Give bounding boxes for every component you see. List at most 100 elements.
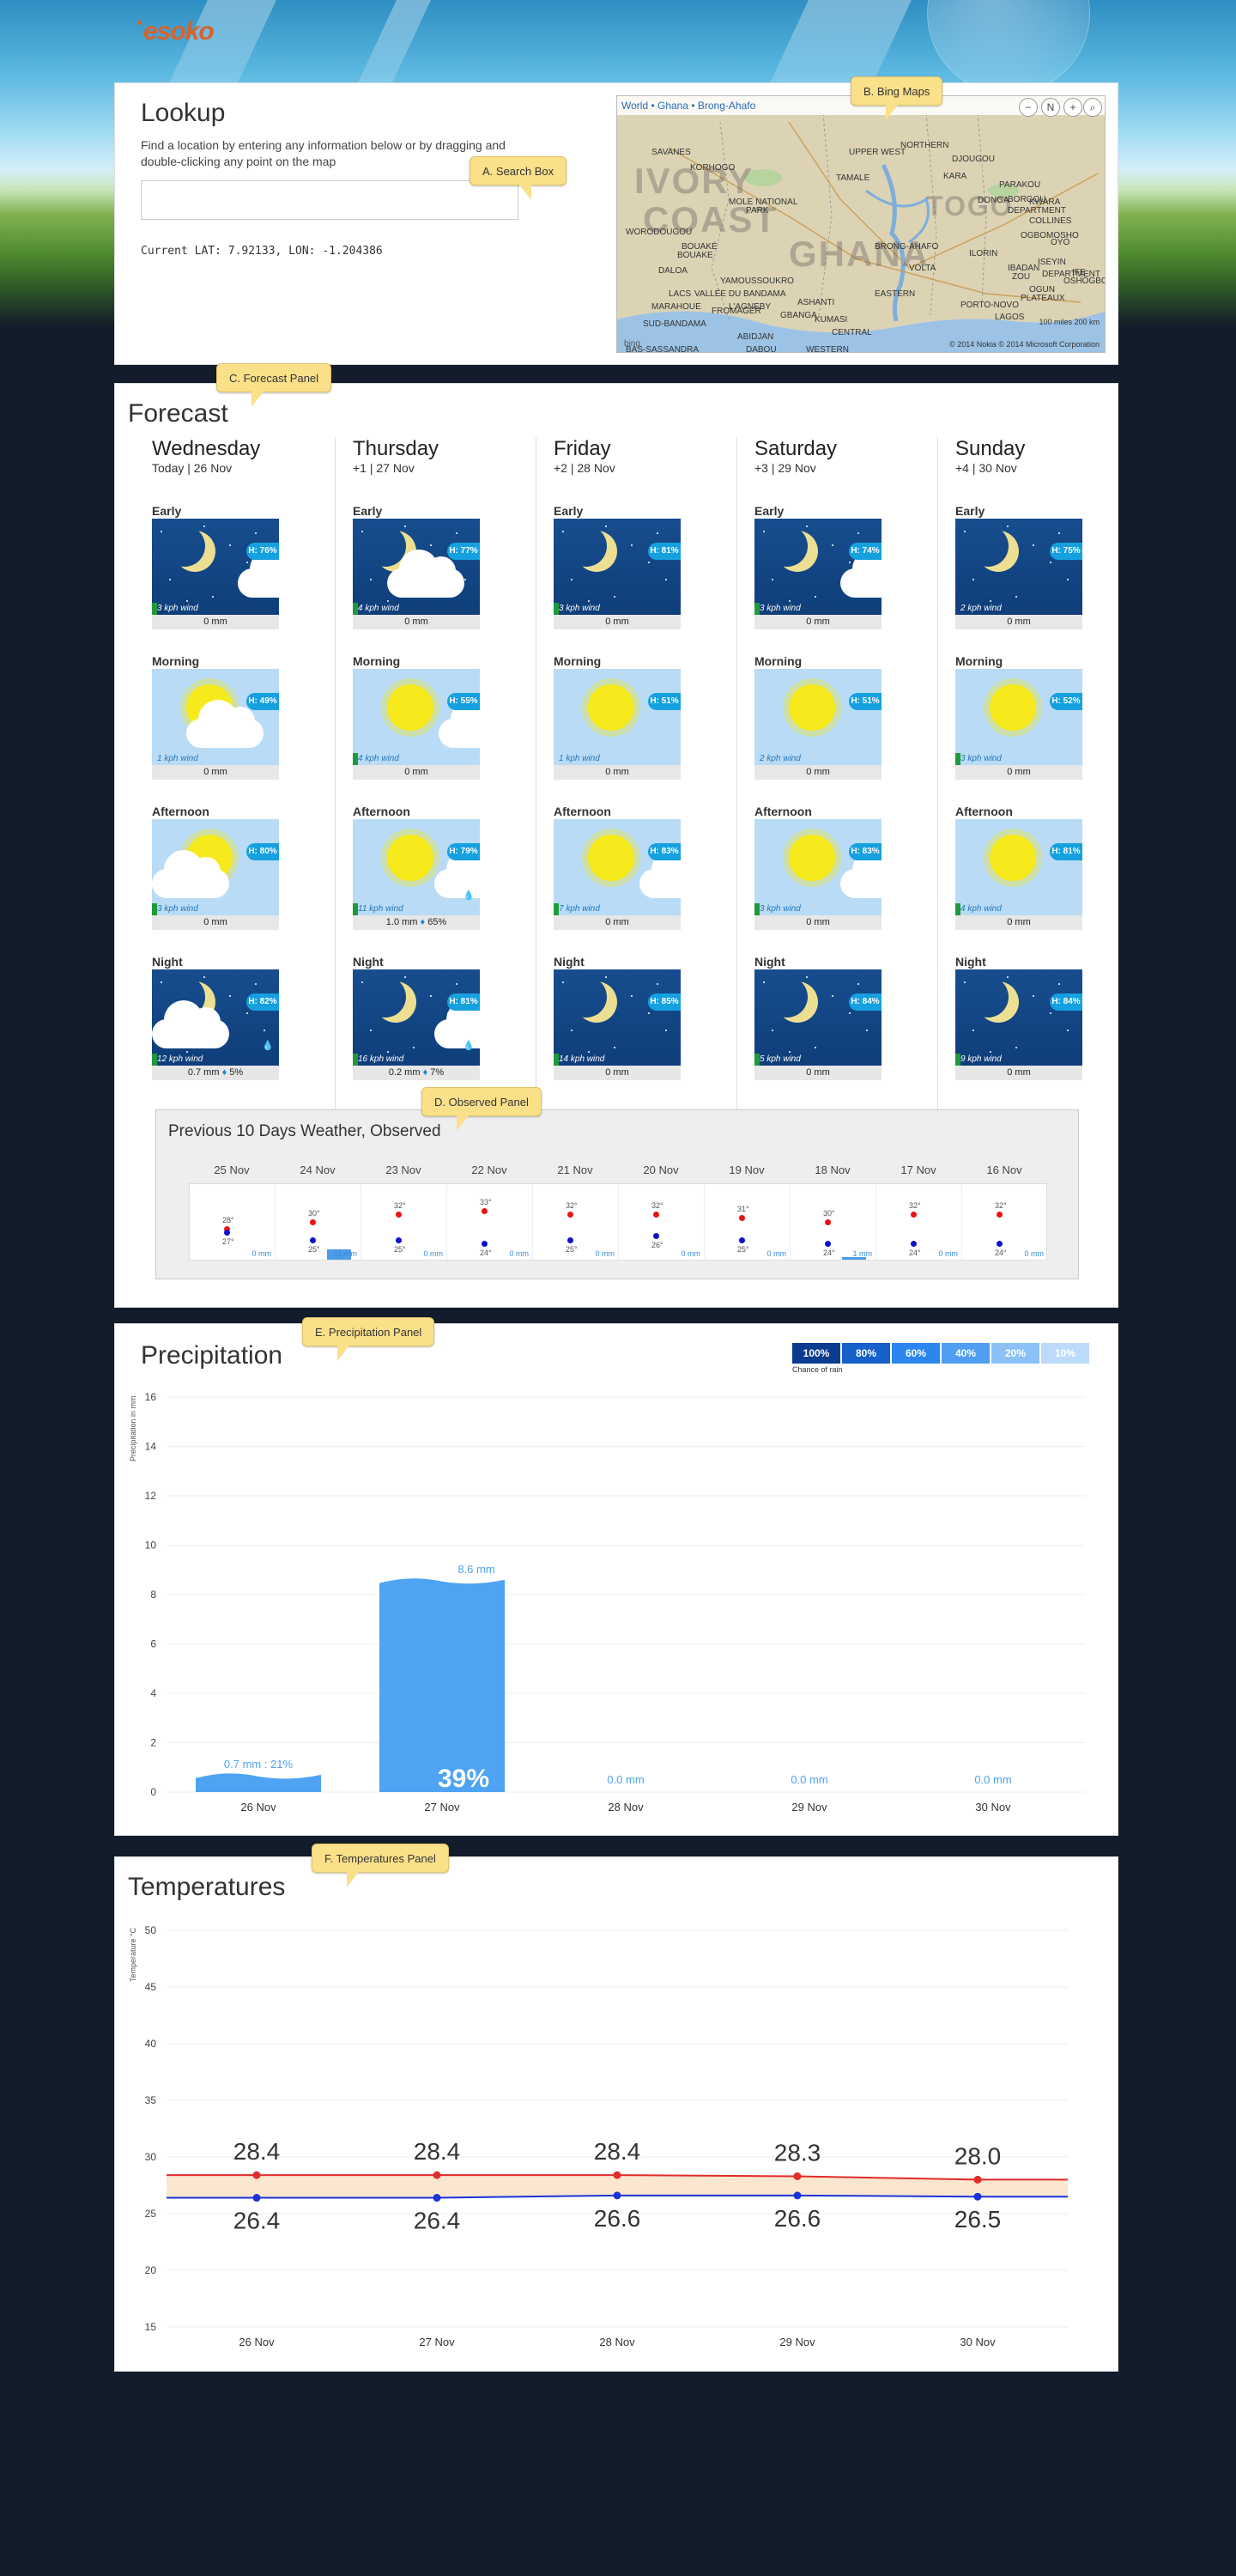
lookup-panel: Lookup Find a location by entering any i… xyxy=(114,76,1118,365)
night-weather-icon: 💧 H: 82% 12 kph wind xyxy=(152,969,279,1066)
night-weather-icon: H: 76% 3 kph wind xyxy=(152,519,279,615)
observed-day-cell[interactable]: 33° 24° 0 mm xyxy=(447,1184,533,1260)
esoko-logo[interactable]: esoko xyxy=(137,17,215,46)
slot-label: Early xyxy=(353,504,383,518)
high-temp-point[interactable] xyxy=(433,2171,441,2179)
star-icon xyxy=(849,562,851,563)
precip-footer: 0 mm xyxy=(353,765,480,780)
map-place-label: MARAHOUE xyxy=(651,302,701,312)
star-icon xyxy=(972,1030,974,1031)
observed-day-cell[interactable]: 28° 27° 0 mm xyxy=(190,1184,276,1260)
forecast-slot[interactable]: Morning H: 51% 1 kph wind 0 mm xyxy=(554,653,681,780)
low-temp-point[interactable] xyxy=(613,2191,621,2200)
bing-map[interactable]: World • Ghana • Brong-Ahafo − N + ⌕ IVOR… xyxy=(616,95,1106,353)
forecast-slot[interactable]: Early H: 77% 4 kph wind 0 mm xyxy=(353,503,480,629)
forecast-slot[interactable]: Night H: 85% 14 kph wind 0 mm xyxy=(554,954,681,1080)
forecast-slot[interactable]: Night 💧 H: 81% 16 kph wind 0.2 mm ♦ 7% xyxy=(353,954,480,1080)
wind-speed: 1 kph wind xyxy=(157,754,198,763)
observed-day-cell[interactable]: 32° 26° 0 mm xyxy=(619,1184,705,1260)
high-temp-point[interactable] xyxy=(252,2171,261,2179)
observed-date: 25 Nov xyxy=(214,1163,250,1176)
compass-icon[interactable]: N xyxy=(1041,98,1060,117)
day-weather-icon: H: 83% 3 kph wind xyxy=(754,819,882,915)
map-place-label: COLLINES xyxy=(1029,216,1072,226)
forecast-slot[interactable]: Night 💧 H: 82% 12 kph wind 0.7 mm ♦ 5% xyxy=(152,954,279,1080)
observed-day-cell[interactable]: 32° 25° 0 mm xyxy=(533,1184,619,1260)
forecast-slot[interactable]: Afternoon H: 80% 3 kph wind 0 mm xyxy=(152,804,279,930)
low-temp-point[interactable] xyxy=(973,2192,982,2201)
map-place-label: Ilorin xyxy=(969,249,998,258)
forecast-slot[interactable]: Early H: 74% 3 kph wind 0 mm xyxy=(754,503,882,629)
observed-day-cell[interactable]: 31° 25° 0 mm xyxy=(705,1184,791,1260)
forecast-slot[interactable]: Night H: 84% 9 kph wind 0 mm xyxy=(955,954,1082,1080)
low-temp-point[interactable] xyxy=(433,2194,441,2202)
observed-rain: 1 mm xyxy=(852,1249,873,1258)
star-icon xyxy=(370,1030,372,1031)
high-temp-dot xyxy=(310,1218,316,1225)
forecast-title: Forecast xyxy=(128,399,228,428)
sun-icon xyxy=(588,835,634,881)
precip-value-label: 8.6 mm xyxy=(457,1563,494,1576)
observed-day-cell[interactable]: 32° 25° 0 mm xyxy=(361,1184,447,1260)
forecast-slot[interactable]: Early H: 76% 3 kph wind 0 mm xyxy=(152,503,279,629)
map-place-label: Iseyin xyxy=(1038,258,1066,267)
wind-speed: 4 kph wind xyxy=(358,754,399,763)
search-input[interactable] xyxy=(141,180,518,220)
humidity-badge: H: 49% xyxy=(246,693,279,710)
temperature-chart: 15 20 25 30 35 40 45 50 28.4 28.4 28.4 28.3 28.0 26.4… xyxy=(145,1924,1068,2348)
night-weather-icon: H: 74% 3 kph wind xyxy=(754,519,882,615)
forecast-slot[interactable]: Afternoon 💧 H: 79% 11 kph wind 1.0 mm ♦ 65% xyxy=(353,804,480,930)
rain-drop-icon: ♦ xyxy=(219,1067,230,1078)
forecast-slot[interactable]: Morning H: 49% 1 kph wind 0 mm xyxy=(152,653,279,780)
cloud-icon xyxy=(840,550,882,598)
cloud-icon xyxy=(238,550,279,598)
map-search-icon[interactable]: ⌕ xyxy=(1083,98,1102,117)
forecast-slot[interactable]: Afternoon H: 83% 3 kph wind 0 mm xyxy=(754,804,882,930)
star-icon xyxy=(562,531,564,532)
forecast-slot[interactable]: Afternoon H: 81% 4 kph wind 0 mm xyxy=(955,804,1082,930)
star-icon xyxy=(772,1030,773,1031)
star-icon xyxy=(571,579,573,580)
map-place-label: ASHANTI xyxy=(797,298,835,307)
forecast-slot[interactable]: Early H: 75% 2 kph wind 0 mm xyxy=(955,503,1082,629)
precip-amount: 0 mm xyxy=(806,767,830,777)
forecast-slot[interactable]: Early H: 81% 3 kph wind 0 mm xyxy=(554,503,681,629)
forecast-slot[interactable]: Afternoon H: 83% 7 kph wind 0 mm xyxy=(554,804,681,930)
moon-icon xyxy=(766,526,808,567)
forecast-slot[interactable]: Morning H: 52% 3 kph wind 0 mm xyxy=(955,653,1082,780)
low-temp-point[interactable] xyxy=(793,2191,802,2200)
observed-low: 24° xyxy=(823,1248,835,1257)
star-icon xyxy=(648,1012,650,1014)
sun-icon xyxy=(990,684,1036,731)
forecast-slot[interactable]: Morning H: 55% 4 kph wind 0 mm xyxy=(353,653,480,780)
forecast-slot[interactable]: Morning H: 51% 2 kph wind 0 mm xyxy=(754,653,882,780)
precip-amount: 0 mm xyxy=(806,1067,830,1078)
high-temp-dot xyxy=(825,1218,831,1225)
precip-bar[interactable] xyxy=(196,1773,321,1792)
high-temp-point[interactable] xyxy=(793,2172,802,2180)
precip-bar[interactable] xyxy=(379,1578,505,1792)
map-zoom-in-button[interactable]: + xyxy=(1063,98,1082,117)
observed-day-cell[interactable]: 32° 24° 0 mm xyxy=(876,1184,962,1260)
low-temp-dot xyxy=(482,1240,488,1247)
high-temp-label: 28.0 xyxy=(954,2142,1002,2169)
high-temp-point[interactable] xyxy=(613,2171,621,2179)
y-tick-label: 10 xyxy=(145,1540,157,1552)
star-icon xyxy=(789,600,791,602)
observed-day-cell[interactable]: 30° 24° 1 mm xyxy=(791,1184,876,1260)
observed-date: 23 Nov xyxy=(385,1163,421,1176)
observed-day-cell[interactable]: 32° 24° 0 mm xyxy=(962,1184,1048,1260)
observed-high: 28° xyxy=(222,1216,234,1224)
wind-speed: 4 kph wind xyxy=(960,904,1002,914)
x-tick-label: 26 Nov xyxy=(239,2336,275,2348)
forecast-day-sunday: Sunday +4 | 30 Nov Early H: 75% 2 kph wind 0 … xyxy=(955,437,1156,1080)
precip-footer: 0.2 mm ♦ 7% xyxy=(353,1066,480,1080)
low-temp-point[interactable] xyxy=(252,2194,261,2202)
observed-day-cell[interactable]: 30° 25° 11 mm xyxy=(276,1184,361,1260)
map-zoom-out-button[interactable]: − xyxy=(1019,98,1038,117)
high-temp-point[interactable] xyxy=(973,2175,982,2184)
star-icon xyxy=(1058,983,1060,985)
map-place-label: EASTERN xyxy=(875,289,916,299)
x-tick-label: 29 Nov xyxy=(779,2336,815,2348)
forecast-slot[interactable]: Night H: 84% 5 kph wind 0 mm xyxy=(754,954,882,1080)
